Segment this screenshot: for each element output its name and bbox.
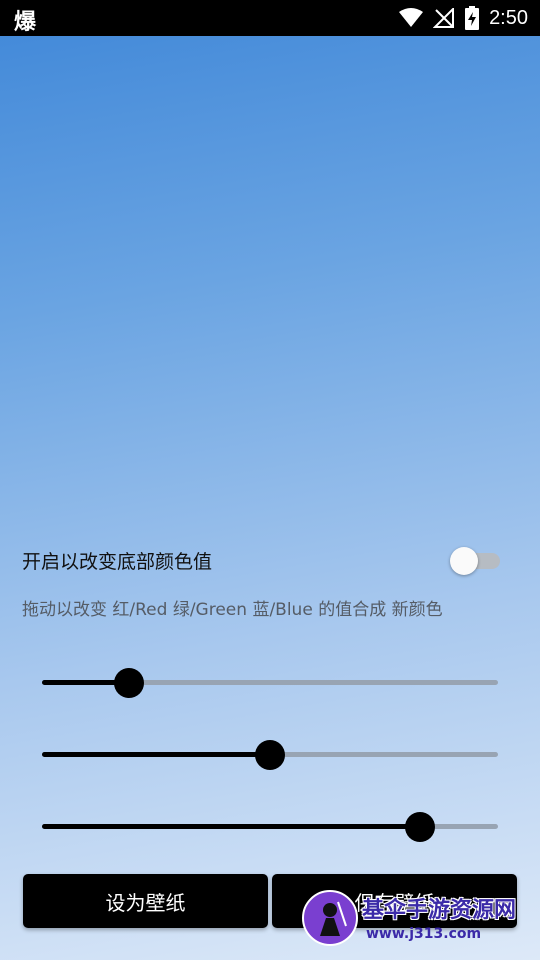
status-bar: 爆 2:50 xyxy=(0,0,540,36)
no-signal-icon xyxy=(433,8,455,28)
site-watermark: 基伞手游资源网 www.j313.com xyxy=(302,888,540,948)
app-notification-glyph: 爆 xyxy=(14,10,37,35)
clock: 2:50 xyxy=(489,6,528,29)
red-slider[interactable] xyxy=(42,667,498,699)
slider-thumb[interactable] xyxy=(255,740,285,770)
status-icons: 2:50 xyxy=(399,0,528,36)
green-slider[interactable] xyxy=(42,739,498,771)
watermark-title: 基伞手游资源网 xyxy=(362,898,517,923)
wifi-icon xyxy=(399,8,424,28)
watermark-logo-icon xyxy=(302,890,358,946)
bottom-color-switch[interactable] xyxy=(450,546,502,575)
bottom-color-toggle-row: 开启以改变底部颜色值 xyxy=(22,540,506,580)
slider-fill xyxy=(42,752,270,757)
watermark-url: www.j313.com xyxy=(366,926,482,942)
slider-thumb[interactable] xyxy=(405,812,436,842)
battery-charging-icon xyxy=(465,6,480,30)
blue-slider[interactable] xyxy=(42,811,498,843)
set-wallpaper-button[interactable]: 设为壁纸 xyxy=(23,874,268,928)
toggle-label: 开启以改变底部颜色值 xyxy=(22,551,213,573)
switch-thumb[interactable] xyxy=(450,547,478,575)
slider-thumb[interactable] xyxy=(113,668,144,698)
slider-fill xyxy=(42,824,421,829)
instruction-text: 拖动以改变 红/Red 绿/Green 蓝/Blue 的值合成 新颜色 xyxy=(22,600,443,620)
